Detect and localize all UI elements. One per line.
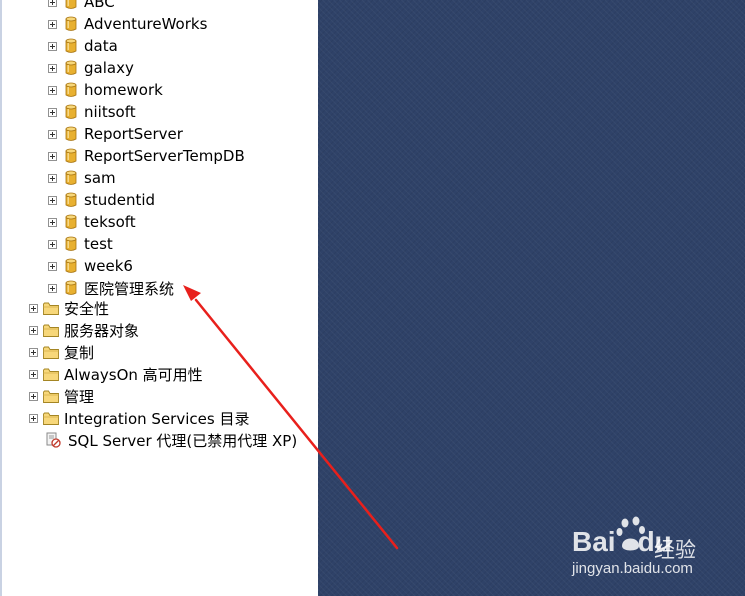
tree-node-label: Integration Services 目录 (64, 409, 250, 428)
expand-plus-icon[interactable] (48, 239, 57, 249)
watermark-url: jingyan.baidu.com (572, 560, 693, 577)
database-cylinder-icon (65, 0, 77, 9)
tree-node-label: niitsoft (84, 103, 136, 121)
tree-node-database[interactable]: AdventureWorks (48, 13, 207, 35)
database-cylinder-icon (65, 236, 77, 251)
tree-node-database[interactable]: test (48, 233, 113, 255)
baidu-jingyan-watermark: Bai du 经验 jingyan.baidu.com (568, 514, 738, 584)
tree-node-folder[interactable]: 复制 (29, 341, 94, 363)
database-cylinder-icon (65, 214, 77, 229)
expand-plus-icon[interactable] (48, 85, 57, 95)
tree-node-label: ReportServerTempDB (84, 147, 245, 165)
tree-node-database[interactable]: niitsoft (48, 101, 136, 123)
expand-plus-icon[interactable] (29, 413, 38, 423)
tree-node-label: SQL Server 代理(已禁用代理 XP) (68, 431, 298, 450)
database-cylinder-icon (65, 126, 77, 141)
tree-node-label: AdventureWorks (84, 15, 208, 33)
tree-node-folder[interactable]: AlwaysOn 高可用性 (29, 363, 203, 385)
tree-node-folder[interactable]: 服务器对象 (29, 319, 139, 341)
expand-plus-icon[interactable] (48, 129, 57, 139)
expand-plus-icon[interactable] (48, 261, 57, 271)
expand-plus-icon[interactable] (29, 391, 38, 401)
object-explorer-tree: ABC AdventureWorks data galaxy homework … (0, 0, 319, 596)
tree-node-label: studentid (84, 191, 156, 209)
tree-node-database[interactable]: data (48, 35, 118, 57)
tree-node-label: AlwaysOn 高可用性 (64, 365, 203, 384)
folder-icon (43, 302, 59, 315)
database-cylinder-icon (65, 82, 77, 97)
tree-node-database[interactable]: ABC (48, 0, 115, 13)
database-cylinder-icon (65, 16, 77, 31)
tree-node-label: 管理 (64, 387, 95, 406)
folder-icon (43, 412, 59, 425)
tree-node-label: teksoft (84, 213, 136, 231)
tree-node-label: galaxy (84, 59, 134, 77)
database-cylinder-icon (65, 280, 77, 295)
expand-plus-icon[interactable] (48, 107, 57, 117)
expand-plus-icon[interactable] (29, 325, 38, 335)
tree-node-label: 复制 (64, 343, 95, 362)
tree-node-folder[interactable]: Integration Services 目录 (29, 407, 249, 429)
database-cylinder-icon (65, 192, 77, 207)
expand-plus-icon[interactable] (48, 173, 57, 183)
tree-node-database[interactable]: week6 (48, 255, 133, 277)
tree-node-database[interactable]: 医院管理系统 (48, 277, 174, 299)
database-cylinder-icon (65, 148, 77, 163)
expand-plus-icon[interactable] (48, 151, 57, 161)
database-cylinder-icon (65, 170, 77, 185)
tree-node-database[interactable]: galaxy (48, 57, 134, 79)
expand-plus-icon[interactable] (48, 283, 57, 293)
tree-node-label: data (84, 37, 118, 55)
tree-node-label: ReportServer (84, 125, 183, 143)
tree-node-database[interactable]: sam (48, 167, 116, 189)
document-area: Bai du 经验 jingyan.baidu.com (318, 0, 745, 596)
tree-node-database[interactable]: homework (48, 79, 163, 101)
database-cylinder-icon (65, 60, 77, 75)
tree-node-sql-agent[interactable]: SQL Server 代理(已禁用代理 XP) (45, 429, 297, 451)
expand-plus-icon[interactable] (48, 0, 57, 7)
baidu-paw-icon (616, 516, 645, 551)
tree-node-database[interactable]: ReportServer (48, 123, 183, 145)
expand-plus-icon[interactable] (48, 63, 57, 73)
tree-node-label: 安全性 (64, 299, 110, 318)
tree-node-label: week6 (84, 257, 133, 275)
expand-plus-icon[interactable] (29, 347, 38, 357)
tree-node-database[interactable]: teksoft (48, 211, 136, 233)
tree-node-database[interactable]: ReportServerTempDB (48, 145, 245, 167)
folder-icon (43, 368, 59, 381)
tree-node-label: sam (84, 169, 116, 187)
expand-plus-icon[interactable] (48, 217, 57, 227)
expand-plus-icon[interactable] (29, 369, 38, 379)
folder-icon (43, 324, 59, 337)
tree-node-folder[interactable]: 管理 (29, 385, 94, 407)
database-cylinder-icon (65, 38, 77, 53)
tree-node-label: 服务器对象 (64, 321, 140, 340)
expand-plus-icon[interactable] (48, 41, 57, 51)
database-cylinder-icon (65, 104, 77, 119)
folder-icon (43, 346, 59, 359)
expand-plus-icon[interactable] (48, 195, 57, 205)
expand-plus-icon[interactable] (48, 19, 57, 29)
database-cylinder-icon (65, 258, 77, 273)
tree-node-database[interactable]: studentid (48, 189, 155, 211)
tree-node-label: test (84, 235, 113, 253)
tree-node-folder[interactable]: 安全性 (29, 297, 109, 319)
tree-left-border (0, 0, 2, 596)
tree-node-label: homework (84, 81, 163, 99)
tree-node-label: ABC (84, 0, 115, 11)
expand-plus-icon[interactable] (29, 303, 38, 313)
sql-agent-disabled-icon (46, 432, 61, 448)
tree-node-label: 医院管理系统 (84, 279, 175, 298)
folder-icon (43, 390, 59, 403)
